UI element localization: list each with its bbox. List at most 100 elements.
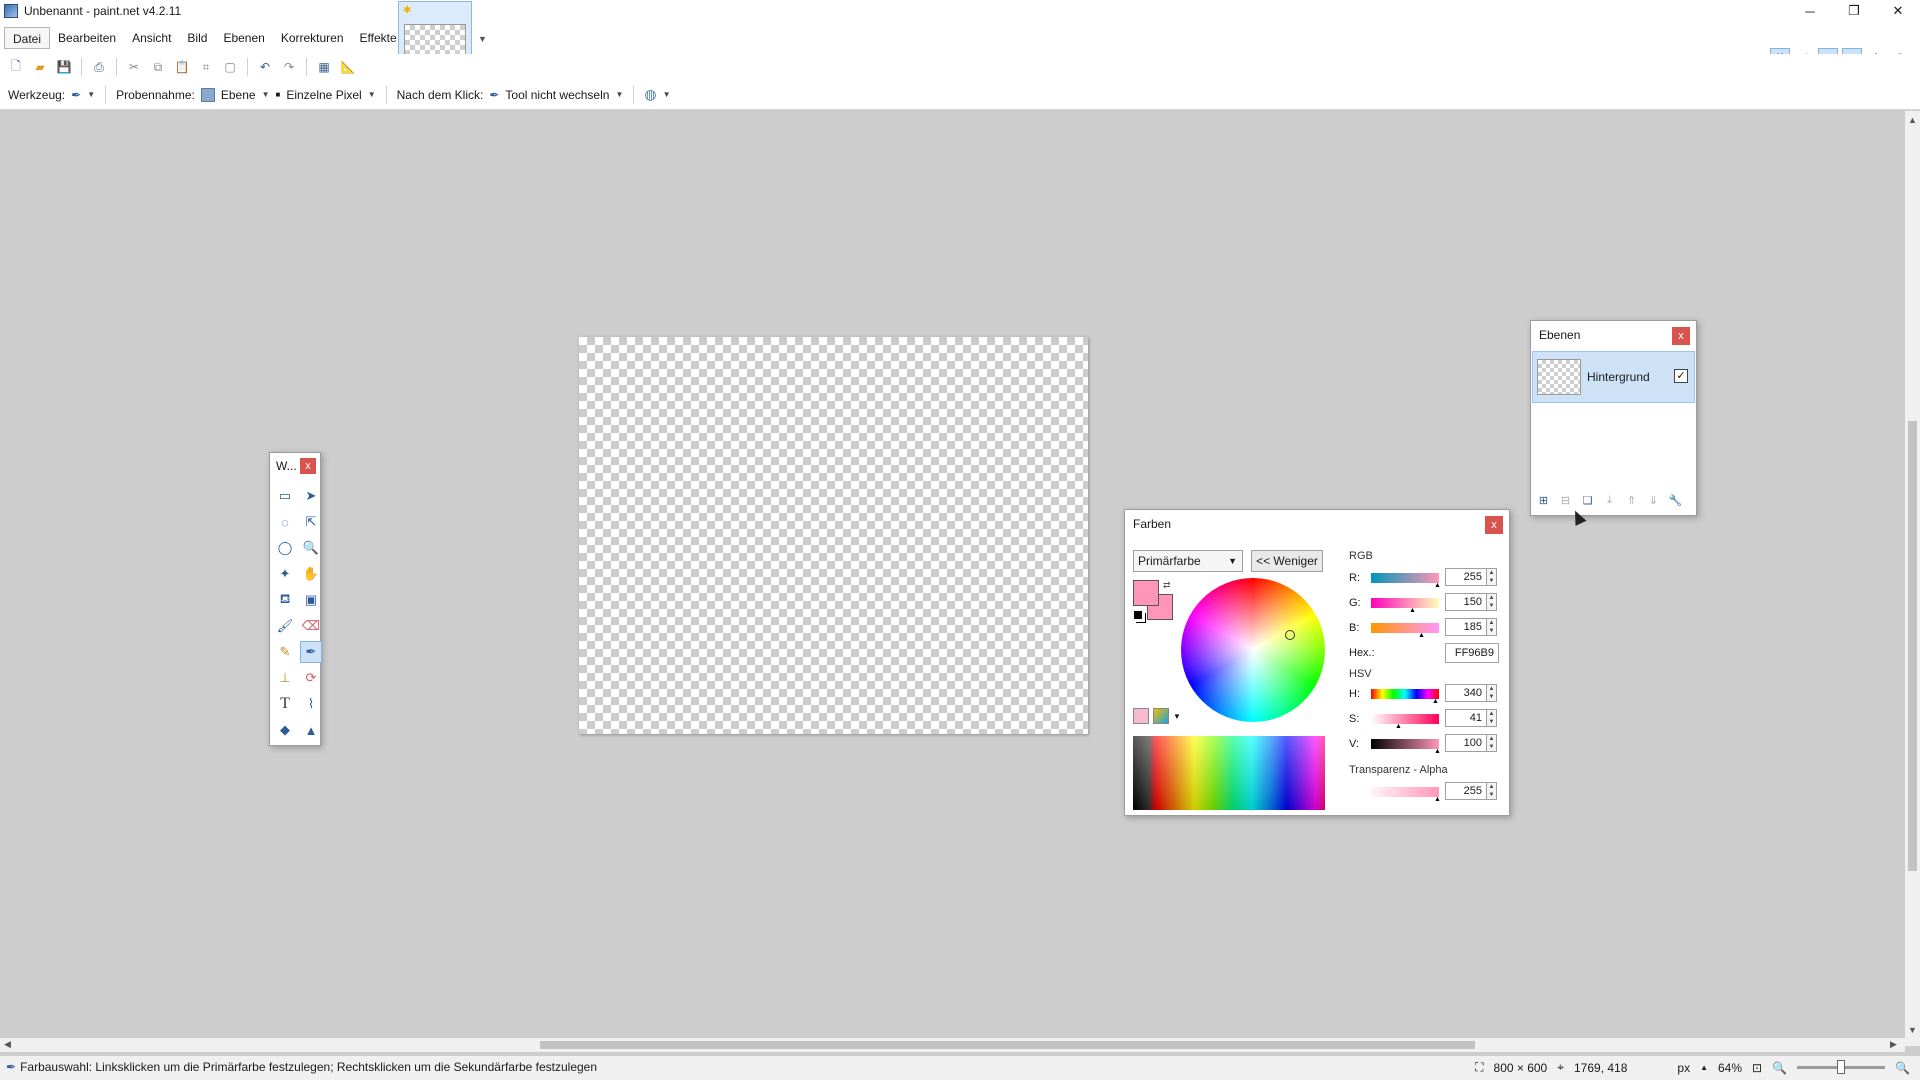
v-input[interactable]: 100 [1445,734,1487,752]
document-list-chevron-icon[interactable]: ▼ [478,34,487,44]
after-click-dropdown-chevron-icon[interactable]: ▼ [615,90,623,99]
restore-button[interactable]: ❐ [1832,0,1876,22]
gradient-icon[interactable]: ▣ [300,589,322,611]
duplicate-layer-icon[interactable]: ❏ [1579,492,1596,509]
text-icon[interactable]: T [274,693,296,715]
v-slider-thumb[interactable]: ▲ [1434,748,1441,755]
r-input[interactable]: 255 [1445,568,1487,586]
move-layer-down-icon[interactable]: ⇓ [1645,492,1662,509]
layer-visibility-checkbox[interactable]: ✓ [1674,369,1688,383]
paintbrush-icon[interactable]: 🖌 [274,615,296,637]
pixel-dropdown-chevron-icon[interactable]: ▼ [368,90,376,99]
tool-dropdown-chevron-icon[interactable]: ▼ [87,90,95,99]
b-slider-thumb[interactable]: ▲ [1418,632,1425,639]
menu-korrekturen[interactable]: Korrekturen [273,27,352,49]
s-slider[interactable] [1371,714,1439,724]
save-icon[interactable]: 💾 [54,57,74,77]
eraser-icon[interactable]: ⌫ [300,615,322,637]
colors-window-close-button[interactable]: x [1485,516,1503,534]
palette-dropdown-chevron-icon[interactable]: ▼ [1173,712,1181,721]
v-spinner[interactable]: ▲ ▼ [1487,734,1497,752]
b-input[interactable]: 185 [1445,618,1487,636]
minimize-button[interactable]: ─ [1788,0,1832,22]
deselect-icon[interactable]: ▢ [220,57,240,77]
s-input[interactable]: 41 [1445,709,1487,727]
color-picker-icon[interactable]: ✒ [300,641,322,663]
shapes-icon[interactable]: ◆ [274,719,296,741]
unit-select[interactable]: px [1677,1061,1690,1075]
tools-window-close-button[interactable]: x [300,458,316,474]
paste-icon[interactable]: 📋 [172,57,192,77]
open-icon[interactable]: ▰ [30,57,50,77]
move-layer-up-icon[interactable]: ⇑ [1623,492,1640,509]
horizontal-scrollbar[interactable]: ◀ ▶ [0,1038,1905,1052]
ruler-icon[interactable]: 📐 [338,57,358,77]
zoom-fit-icon[interactable]: ⊡ [1752,1061,1762,1075]
vertical-scrollbar[interactable]: ▲ ▼ [1905,111,1920,1046]
s-slider-thumb[interactable]: ▲ [1395,723,1402,730]
clone-stamp-icon[interactable]: ⊥ [274,667,296,689]
reset-colors-icon[interactable] [1133,610,1143,620]
h-slider[interactable] [1371,689,1439,699]
h-spinner[interactable]: ▲ ▼ [1487,684,1497,702]
less-button[interactable]: << Weniger [1251,550,1323,572]
alpha-slider[interactable] [1371,787,1439,797]
menu-bild[interactable]: Bild [179,27,215,49]
g-spinner[interactable]: ▲ ▼ [1487,593,1497,611]
vertical-scroll-thumb[interactable] [1908,421,1917,871]
blend-mode-icon[interactable]: ◍ [644,86,656,103]
scroll-up-arrow-icon[interactable]: ▲ [1908,115,1917,125]
color-palette[interactable] [1133,736,1325,810]
color-mode-select[interactable]: Primärfarbe ▼ [1133,550,1243,572]
alpha-input[interactable]: 255 [1445,782,1487,800]
merge-layer-down-icon[interactable]: ⤓ [1601,492,1618,509]
g-input[interactable]: 150 [1445,593,1487,611]
ebene-dropdown-chevron-icon[interactable]: ▼ [262,90,270,99]
zoom-icon[interactable]: 🔍 [300,537,322,559]
b-spinner[interactable]: ▲ ▼ [1487,618,1497,636]
magic-wand-icon[interactable]: ✦ [274,563,296,585]
h-input[interactable]: 340 [1445,684,1487,702]
color-wheel[interactable] [1181,578,1325,722]
shapes-extra-icon[interactable]: ▲ [300,719,322,741]
paint-bucket-icon[interactable]: ⛾ [274,589,296,611]
zoom-value[interactable]: 64% [1718,1061,1742,1075]
crop-icon[interactable]: ⌗ [196,57,216,77]
color-wheel-marker[interactable] [1285,630,1295,640]
blend-dropdown-chevron-icon[interactable]: ▼ [663,90,671,99]
menu-ansicht[interactable]: Ansicht [124,27,179,49]
zoom-out-icon[interactable]: 🔍 [1772,1061,1787,1075]
zoom-slider[interactable] [1797,1060,1886,1074]
menu-bearbeiten[interactable]: Bearbeiten [50,27,124,49]
r-slider[interactable] [1371,573,1439,583]
rectangle-select-icon[interactable]: ▭ [274,485,296,507]
print-icon[interactable]: ⎙ [89,57,109,77]
redo-icon[interactable]: ↷ [279,57,299,77]
layers-window-title[interactable]: Ebenen x [1531,321,1696,349]
line-curve-icon[interactable]: ⌇ [300,693,322,715]
copy-icon[interactable]: ⧉ [148,57,168,77]
v-slider[interactable] [1371,739,1439,749]
move-selected-icon[interactable]: ➤ [300,485,322,507]
scroll-left-arrow-icon[interactable]: ◀ [4,1039,11,1050]
delete-layer-icon[interactable]: ⊟ [1557,492,1574,509]
tools-window-title[interactable]: W... x [270,453,320,479]
color-picker-tool-icon[interactable]: ✒ [71,88,81,102]
r-spinner[interactable]: ▲ ▼ [1487,568,1497,586]
layer-row[interactable]: Hintergrund ✓ [1532,351,1695,403]
undo-icon[interactable]: ↶ [255,57,275,77]
swap-colors-icon[interactable]: ⇄ [1163,580,1171,591]
tool-nicht-wechseln-select[interactable]: Tool nicht wechseln [505,88,609,102]
g-slider-thumb[interactable]: ▲ [1409,607,1416,614]
pencil-icon[interactable]: ✎ [274,641,296,663]
h-slider-thumb[interactable]: ▲ [1432,698,1439,705]
horizontal-scroll-thumb[interactable] [540,1041,1475,1049]
palette-menu-icon[interactable] [1153,708,1169,724]
primary-color-swatch[interactable] [1133,580,1159,606]
einzelne-pixel-select[interactable]: Einzelne Pixel [286,88,361,102]
new-icon[interactable]: 🗋 [6,57,26,77]
layers-window-close-button[interactable]: x [1672,327,1690,345]
zoom-in-icon[interactable]: 🔍 [1895,1061,1910,1075]
r-slider-thumb[interactable]: ▲ [1434,582,1441,589]
move-selection-icon[interactable]: ⇱ [300,511,322,533]
